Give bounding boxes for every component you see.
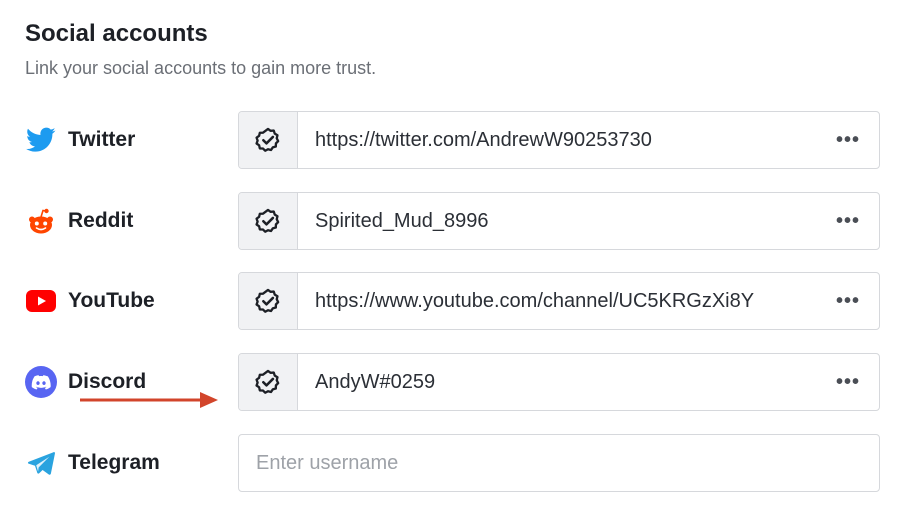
verified-badge-icon [239, 273, 298, 329]
account-url-value[interactable]: https://twitter.com/AndrewW90253730 [298, 129, 817, 152]
account-username-value[interactable]: Spirited_Mud_8996 [298, 210, 817, 233]
telegram-username-input[interactable] [239, 435, 858, 491]
more-options-button[interactable]: ••• [817, 112, 879, 168]
page-subtitle: Link your social accounts to gain more t… [25, 58, 377, 78]
account-field: https://www.youtube.com/channel/UC5KRGzX… [238, 272, 880, 330]
social-account-row-twitter: Twitter https://twitter.com/AndrewW90253… [25, 111, 880, 169]
verified-badge-icon [239, 354, 298, 410]
discord-logo-icon [25, 366, 57, 398]
account-field: Spirited_Mud_8996 ••• [238, 192, 880, 250]
telegram-plane-icon [25, 447, 57, 479]
platform-label: Twitter [25, 111, 225, 169]
platform-name: Reddit [68, 209, 134, 232]
account-username-value[interactable]: AndyW#0259 [298, 371, 817, 394]
youtube-play-icon [25, 285, 57, 317]
page-title: Social accounts [25, 20, 208, 47]
platform-label: Reddit [25, 192, 225, 250]
social-account-row-youtube: YouTube https://www.youtube.com/channel/… [25, 272, 880, 330]
twitter-bird-icon [25, 124, 57, 156]
social-account-row-telegram: Telegram [25, 434, 880, 492]
platform-label: YouTube [25, 272, 225, 330]
platform-name: Telegram [68, 451, 160, 474]
more-options-button[interactable]: ••• [817, 354, 879, 410]
more-options-button[interactable]: ••• [817, 273, 879, 329]
account-field: https://twitter.com/AndrewW90253730 ••• [238, 111, 880, 169]
account-url-value[interactable]: https://www.youtube.com/channel/UC5KRGzX… [298, 290, 817, 313]
reddit-alien-icon [25, 205, 57, 237]
verified-badge-icon [239, 193, 298, 249]
section-header: Social accounts Link your social account… [25, 18, 376, 80]
verified-badge-icon [239, 112, 298, 168]
account-field: AndyW#0259 ••• [238, 353, 880, 411]
platform-label: Telegram [25, 434, 225, 492]
account-field [238, 434, 880, 492]
annotation-arrow-icon [80, 392, 218, 408]
platform-name: Twitter [68, 128, 136, 151]
social-account-row-reddit: Reddit Spirited_Mud_8996 ••• [25, 192, 880, 250]
platform-name: YouTube [68, 289, 155, 312]
more-options-button[interactable]: ••• [817, 193, 879, 249]
